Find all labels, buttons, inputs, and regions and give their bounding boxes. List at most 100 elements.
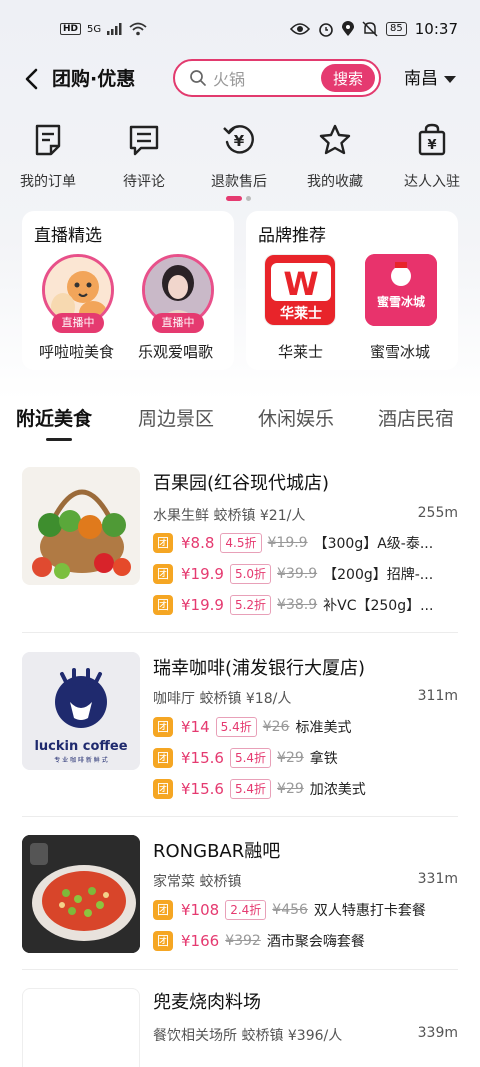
bag-icon: ¥ [418,123,446,156]
wallace-logo-text: 华莱士 [280,305,322,322]
deal-name: 标准美式 [295,720,352,736]
shop-thumbnail[interactable] [22,467,140,585]
deal-name: 【200g】招牌-... [323,567,434,583]
search-button[interactable]: 搜索 [321,64,375,92]
shop-distance: 311m [417,688,458,704]
tab-nearby-food[interactable]: 附近美食 [16,404,92,431]
shop-name: RONGBAR融吧 [153,841,281,862]
page-dot [246,196,251,201]
tab-hotel[interactable]: 酒店民宿 [378,404,454,431]
shop-item[interactable]: 兜麦烧肉料场 餐饮相关场所 蛟桥镇 ¥396/人 339m [0,988,480,1067]
mute-icon [362,21,378,37]
deal-name: 加浓美式 [309,782,366,798]
quick-entry-label: 达人入驻 [404,174,460,190]
brand-logo-wallace[interactable]: W 华莱士 [264,254,336,326]
live-badge: 直播中 [152,313,204,333]
deal-original-price: ¥19.9 [267,535,308,551]
shop-item[interactable]: RONGBAR融吧 家常菜 蛟桥镇 331m 团 ¥108 2.4折 ¥456 … [0,835,480,965]
deal-discount: 5.4折 [229,748,272,768]
deal-row[interactable]: 团 ¥108 2.4折 ¥456 双人特惠打卡套餐 [153,899,459,921]
shop-name: 瑞幸咖啡(浦发银行大厦店) [153,658,366,679]
shop-meta: 咖啡厅 蛟桥镇 ¥18/人 [153,691,292,707]
deal-original-price: ¥38.9 [277,597,318,613]
group-buy-badge: 团 [153,779,173,799]
alarm-icon [319,23,333,37]
group-buy-badge: 团 [153,748,173,768]
network-indicator: 5G [87,23,102,35]
wallace-logo-image: W 华莱士 [265,255,335,325]
tab-leisure[interactable]: 休闲娱乐 [258,404,334,431]
star-icon [319,124,351,155]
order-icon [35,124,61,156]
refund-icon: ¥ [223,125,254,154]
deal-discount: 4.5折 [220,533,262,553]
deal-discount: 5.4折 [229,779,272,799]
tab-active-indicator [46,438,72,441]
quick-entries: 我的订单 待评论 ¥ 退款售后 我的收藏 ¥ 达人入驻 [0,122,480,194]
brand-name: 蜜雪冰城 [370,343,431,361]
deal-price: ¥15.6 [181,780,224,798]
deal-price: ¥166 [181,932,220,950]
page-title: 团购·优惠 [52,68,136,90]
city-selector[interactable]: 南昌 [404,64,456,94]
shop-meta: 家常菜 蛟桥镇 [153,874,242,890]
deal-row[interactable]: 团 ¥14 5.4折 ¥26 标准美式 [153,716,459,738]
tab-scenic[interactable]: 周边景区 [138,404,214,431]
mixue-logo-image: 蜜雪冰城 [365,254,437,326]
shop-item[interactable]: 百果园(红谷现代城店) 水果生鲜 蛟桥镇 ¥21/人 255m 团 ¥8.8 4… [0,467,480,637]
deal-price: ¥108 [181,901,220,919]
dish-image [22,835,140,953]
hd-indicator: HD [60,23,82,35]
shop-item[interactable]: luckin coffee 专 业 咖 啡 新 鲜 式 瑞幸咖啡(浦发银行大厦店)… [0,652,480,812]
deal-price: ¥15.6 [181,749,224,767]
group-buy-badge: 团 [153,564,173,584]
deal-row[interactable]: 团 ¥19.9 5.2折 ¥38.9 补VC【250g】... [153,594,459,616]
deal-discount: 5.0折 [229,564,272,584]
page-indicator [226,196,251,201]
quick-entry-label: 待评论 [123,174,165,190]
brand-card[interactable]: 品牌推荐 W 华莱士 华莱士 蜜雪冰城 蜜雪冰城 [246,211,458,370]
comment-icon [129,125,159,156]
shop-thumbnail[interactable] [22,988,140,1067]
live-card[interactable]: 直播精选 直播中 呼啦啦美食 直播中 乐观爱唱歌 [22,211,234,370]
quick-entry-orders[interactable]: 我的订单 [8,122,88,191]
shop-meta: 餐饮相关场所 蛟桥镇 ¥396/人 [153,1028,343,1044]
svg-text:¥: ¥ [234,132,245,150]
group-buy-badge: 团 [153,533,173,553]
quick-entry-creator[interactable]: ¥ 达人入驻 [392,122,472,191]
deal-name: 双人特惠打卡套餐 [313,903,426,919]
deal-row[interactable]: 团 ¥166 ¥392 酒市聚会嗨套餐 [153,930,459,952]
deal-row[interactable]: 团 ¥19.9 5.0折 ¥39.9 【200g】招牌-... [153,563,459,585]
brand-card-title: 品牌推荐 [258,226,326,246]
back-arrow-icon[interactable] [18,64,48,94]
search-box[interactable]: 火锅 搜索 [173,59,381,97]
search-input[interactable]: 火锅 [213,66,321,90]
shop-name: 兜麦烧肉料场 [153,992,261,1013]
status-left: HD 5G [60,22,147,36]
wallace-logo-mark: W [283,265,318,303]
deal-price: ¥14 [181,718,210,736]
deal-original-price: ¥456 [272,902,308,918]
deal-price: ¥19.9 [181,596,224,614]
deal-row[interactable]: 团 ¥8.8 4.5折 ¥19.9 【300g】A级-泰... [153,532,459,554]
deal-price: ¥19.9 [181,565,224,583]
shop-thumbnail[interactable]: luckin coffee 专 业 咖 啡 新 鲜 式 [22,652,140,770]
signal-icon [107,23,122,35]
live-badge: 直播中 [52,313,104,333]
status-bar: HD 5G 85 10:37 [0,0,480,58]
deal-row[interactable]: 团 ¥15.6 5.4折 ¥29 拿铁 [153,747,459,769]
quick-entry-favorites[interactable]: 我的收藏 [295,122,375,191]
deal-name: 【300g】A级-泰... [313,536,434,552]
deal-row[interactable]: 团 ¥15.6 5.4折 ¥29 加浓美式 [153,778,459,800]
shop-name: 百果园(红谷现代城店) [153,473,330,494]
quick-entry-refund[interactable]: ¥ 退款售后 [199,122,279,191]
quick-entry-comments[interactable]: 待评论 [104,122,184,191]
mixue-logo-text: 蜜雪冰城 [377,294,425,309]
divider [22,632,458,633]
luckin-logo-subtitle: 专 业 咖 啡 新 鲜 式 [54,756,107,764]
category-tabs: 附近美食 周边景区 休闲娱乐 酒店民宿 [0,404,480,444]
live-card-title: 直播精选 [34,226,102,246]
shop-thumbnail[interactable] [22,835,140,953]
brand-logo-mixue[interactable]: 蜜雪冰城 [365,254,437,326]
shop-meta: 水果生鲜 蛟桥镇 ¥21/人 [153,508,306,524]
